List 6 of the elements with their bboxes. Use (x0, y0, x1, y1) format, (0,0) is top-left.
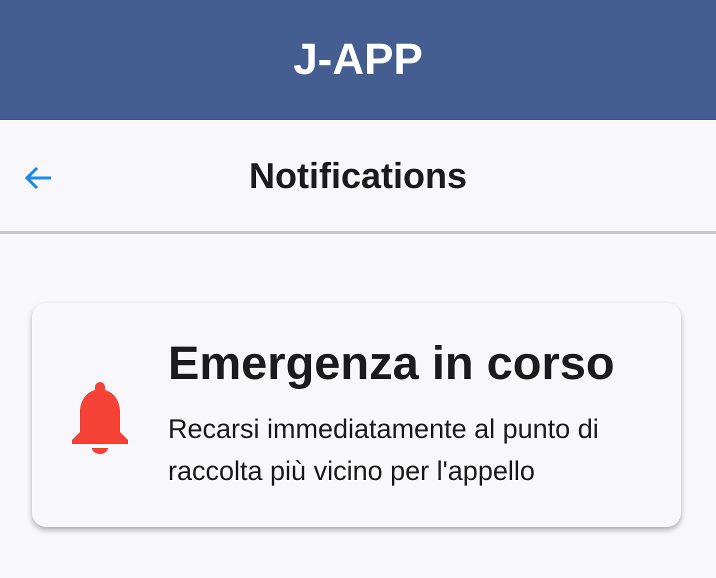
back-arrow-icon (23, 165, 53, 191)
bell-icon (70, 382, 130, 454)
app-title: J-APP (293, 34, 423, 86)
notification-card[interactable]: Emergenza in corso Recarsi immediatamente al punto di raccolta più vicino per l'appello (32, 303, 681, 527)
notification-message: Recarsi immediatamente al punto di raccolta più vicino per l'appello (168, 412, 600, 488)
page-title: Notifications (248, 154, 467, 198)
